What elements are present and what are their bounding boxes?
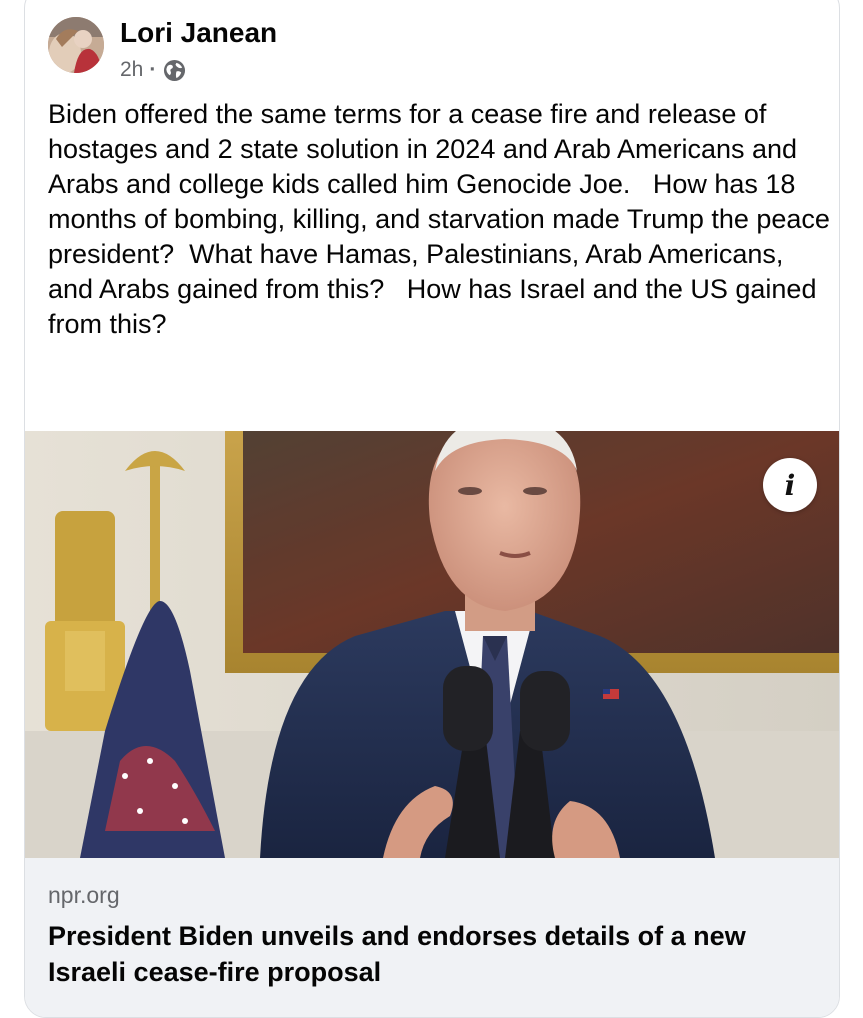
post-card: Lori Janean 2h · Biden offered the same … [24, 0, 840, 1018]
author-avatar[interactable] [48, 17, 104, 73]
article-photo [25, 431, 839, 858]
post-timestamp[interactable]: 2h [120, 58, 143, 82]
post-meta: 2h · [120, 55, 186, 85]
post-text: Biden offered the same terms for a cease… [48, 99, 838, 339]
link-domain: npr.org [48, 882, 120, 908]
link-preview-footer[interactable]: npr.org President Biden unveils and endo… [25, 858, 839, 1017]
info-icon[interactable]: i [763, 458, 817, 512]
avatar-photo [48, 17, 104, 73]
meta-separator: · [149, 58, 157, 81]
globe-icon[interactable] [163, 59, 186, 82]
author-name[interactable]: Lori Janean [120, 16, 277, 50]
link-headline[interactable]: President Biden unveils and endorses det… [48, 918, 818, 990]
link-preview-image[interactable]: i [25, 431, 839, 858]
